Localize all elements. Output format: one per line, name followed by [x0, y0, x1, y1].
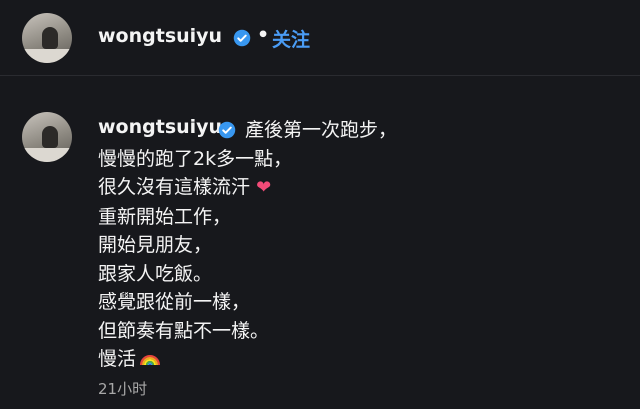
separator-dot: •: [257, 24, 270, 46]
caption-line: 很久沒有這樣流汗 ❤: [98, 173, 618, 203]
header-username[interactable]: wongtsuiyu: [98, 25, 222, 47]
heart-emoji-icon: ❤: [256, 177, 272, 198]
caption-text: 很久沒有這樣流汗: [98, 176, 251, 198]
post-username[interactable]: wongtsuiyu: [98, 116, 222, 138]
avatar-figure: [42, 126, 58, 148]
caption-text: 慢慢的跑了2k多一點，: [98, 147, 293, 170]
caption-line: 慢慢的跑了2k多一點，: [98, 145, 618, 174]
follow-button[interactable]: 关注: [272, 25, 310, 52]
post-header: wongtsuiyu • 关注: [0, 0, 640, 76]
avatar[interactable]: [22, 13, 72, 63]
rainbow-emoji-icon: [140, 355, 161, 366]
caption-line: 開始見朋友，: [98, 234, 213, 256]
post-caption: 產後第一次跑步， 慢慢的跑了2k多一點， 很久沒有這樣流汗 ❤ 重新開始工作， …: [98, 116, 618, 374]
caption-line: 重新開始工作，: [98, 205, 232, 228]
caption-line: 慢活: [98, 345, 618, 374]
avatar-ground: [22, 49, 72, 63]
avatar[interactable]: [22, 112, 72, 162]
verified-badge-icon: [233, 29, 251, 47]
caption-line: 但節奏有點不一樣。: [98, 319, 270, 342]
post-timestamp[interactable]: 21小时: [98, 378, 147, 399]
caption-line: 跟家人吃飯。: [98, 262, 213, 285]
verified-badge-icon: [218, 121, 236, 139]
avatar-ground: [22, 148, 72, 162]
caption-line: 感覺跟從前一樣，: [98, 291, 251, 313]
avatar-figure: [42, 27, 58, 49]
caption-text: 慢活: [98, 348, 137, 370]
